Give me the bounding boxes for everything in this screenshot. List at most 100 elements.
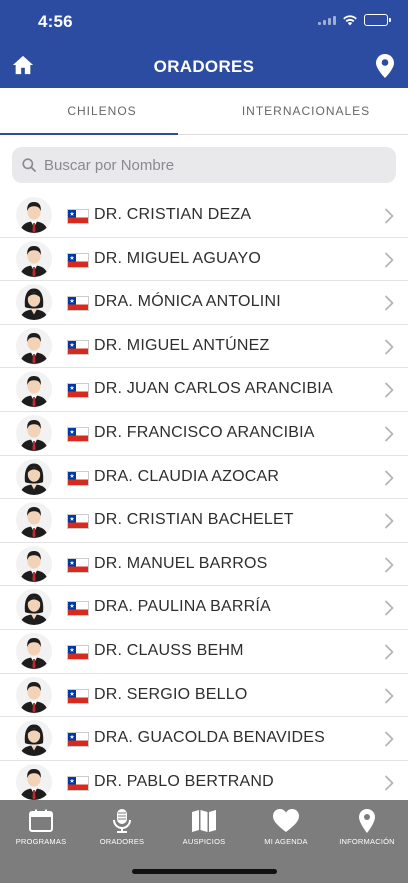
chevron-right-icon [385,513,394,529]
active-tab-indicator [0,133,178,135]
chevron-right-icon [385,775,394,791]
tabbar-oradores[interactable]: ORADORES [82,808,162,846]
tab-chilenos[interactable]: CHILENOS [0,88,204,134]
chevron-right-icon [385,339,394,355]
speaker-row[interactable]: DRA. MÓNICA ANTOLINI [0,281,408,325]
microphone-icon [113,809,131,833]
tabbar-label: MI AGENDA [264,837,308,846]
status-time: 4:56 [38,12,73,31]
speaker-row[interactable]: DRA. CLAUDIA AZOCAR [0,456,408,500]
speaker-row[interactable]: DR. CRISTIAN DEZA [0,194,408,238]
male-avatar-icon [16,763,52,800]
status-icons [318,14,391,26]
speaker-name: DR. MIGUEL ANTÚNEZ [94,336,270,354]
tabbar-label: INFORMACIÓN [339,837,395,846]
speaker-row[interactable]: DR. MIGUEL ANTÚNEZ [0,325,408,369]
speaker-row[interactable]: DR. FRANCISCO ARANCIBIA [0,412,408,456]
chevron-right-icon [385,295,394,311]
male-avatar-icon [16,197,52,233]
speaker-row[interactable]: DR. JUAN CARLOS ARANCIBIA [0,368,408,412]
male-avatar-icon [16,676,52,713]
speaker-name: DRA. GUACOLDA BENAVIDES [94,729,326,747]
tabbar-programas[interactable]: PROGRAMAS [1,808,81,846]
chile-flag-icon [67,252,89,268]
tabbar-label: ORADORES [99,837,145,846]
speaker-name: DR. PABLO BERTRAND [94,772,274,790]
chile-flag-icon [67,209,89,224]
male-avatar-icon [16,502,52,539]
chile-flag-icon [67,339,89,355]
cellular-signal-icon [318,15,336,25]
map-icon [192,810,216,832]
male-avatar-icon [16,240,52,277]
female-avatar-icon [16,589,52,626]
speaker-name: DR. SERGIO BELLO [94,685,248,703]
tabbar-mi-agenda[interactable]: MI AGENDA [246,808,326,846]
chile-flag-icon [67,557,89,573]
speaker-row[interactable]: DR. PABLO BERTRAND [0,761,408,800]
search-icon [22,158,36,172]
chile-flag-icon [67,514,89,530]
chevron-right-icon [385,382,394,398]
chile-flag-icon [67,644,89,660]
male-avatar-icon [16,414,52,451]
speaker-name: DRA. MÓNICA ANTOLINI [94,293,281,311]
speaker-name: DR. CRISTIAN DEZA [94,206,252,223]
speaker-row[interactable]: DR. SERGIO BELLO [0,674,408,718]
speaker-name: DRA. CLAUDIA AZOCAR [94,467,280,485]
speaker-name: DR. MANUEL BARROS [94,554,268,572]
chile-flag-icon [67,732,89,748]
speaker-row[interactable]: DRA. GUACOLDA BENAVIDES [0,717,408,761]
search-bar[interactable] [12,147,396,183]
chile-flag-icon [67,296,89,312]
chevron-right-icon [385,688,394,703]
location-pin-icon[interactable] [376,54,394,78]
location-pin-icon [359,809,375,833]
chile-flag-icon [67,601,89,617]
speaker-row[interactable]: DRA. PAULINA BARRÍA [0,586,408,630]
app-header: 4:56 ORADORES [0,0,408,88]
chevron-right-icon [385,644,394,660]
speaker-name: DR. CRISTIAN BACHELET [94,511,294,529]
calendar-icon [29,809,53,832]
male-avatar-icon [16,632,52,669]
chile-flag-icon [67,775,89,791]
tabbar-informacion[interactable]: INFORMACIÓN [327,808,407,846]
country-tabs: CHILENOS INTERNACIONALES [0,88,408,135]
speaker-row[interactable]: DR. CLAUSS BEHM [0,630,408,674]
speaker-name: DR. MIGUEL AGUAYO [94,249,261,267]
chevron-right-icon [385,600,394,616]
female-avatar-icon [16,284,52,321]
tabbar-auspicios[interactable]: AUSPICIOS [164,808,244,846]
tab-internacionales[interactable]: INTERNACIONALES [204,88,408,134]
speaker-name: DR. CLAUSS BEHM [94,641,244,659]
female-avatar-icon [16,458,52,495]
chile-flag-icon [67,383,89,399]
speaker-row[interactable]: DR. MIGUEL AGUAYO [0,238,408,282]
page-title: ORADORES [153,57,255,76]
chile-flag-icon [67,470,89,486]
speaker-name: DR. FRANCISCO ARANCIBIA [94,423,315,441]
heart-icon [273,809,299,832]
battery-icon [364,14,391,26]
chevron-right-icon [385,208,394,224]
chevron-right-icon [385,731,394,747]
search-input[interactable] [44,156,364,174]
male-avatar-icon [16,371,52,408]
female-avatar-icon [16,720,52,757]
chevron-right-icon [385,252,394,267]
speaker-name: DR. JUAN CARLOS ARANCIBIA [94,380,333,398]
home-indicator[interactable] [132,869,277,874]
male-avatar-icon [16,327,52,364]
tabbar-label: AUSPICIOS [182,837,226,846]
chevron-right-icon [385,426,394,442]
chevron-right-icon [385,470,394,485]
chile-flag-icon [67,688,89,704]
speaker-name: DRA. PAULINA BARRÍA [94,598,271,616]
chile-flag-icon [67,426,89,442]
speaker-row[interactable]: DR. MANUEL BARROS [0,543,408,587]
speaker-row[interactable]: DR. CRISTIAN BACHELET [0,499,408,543]
tabbar-label: PROGRAMAS [15,837,67,846]
male-avatar-icon [16,545,52,582]
wifi-icon [343,15,357,26]
